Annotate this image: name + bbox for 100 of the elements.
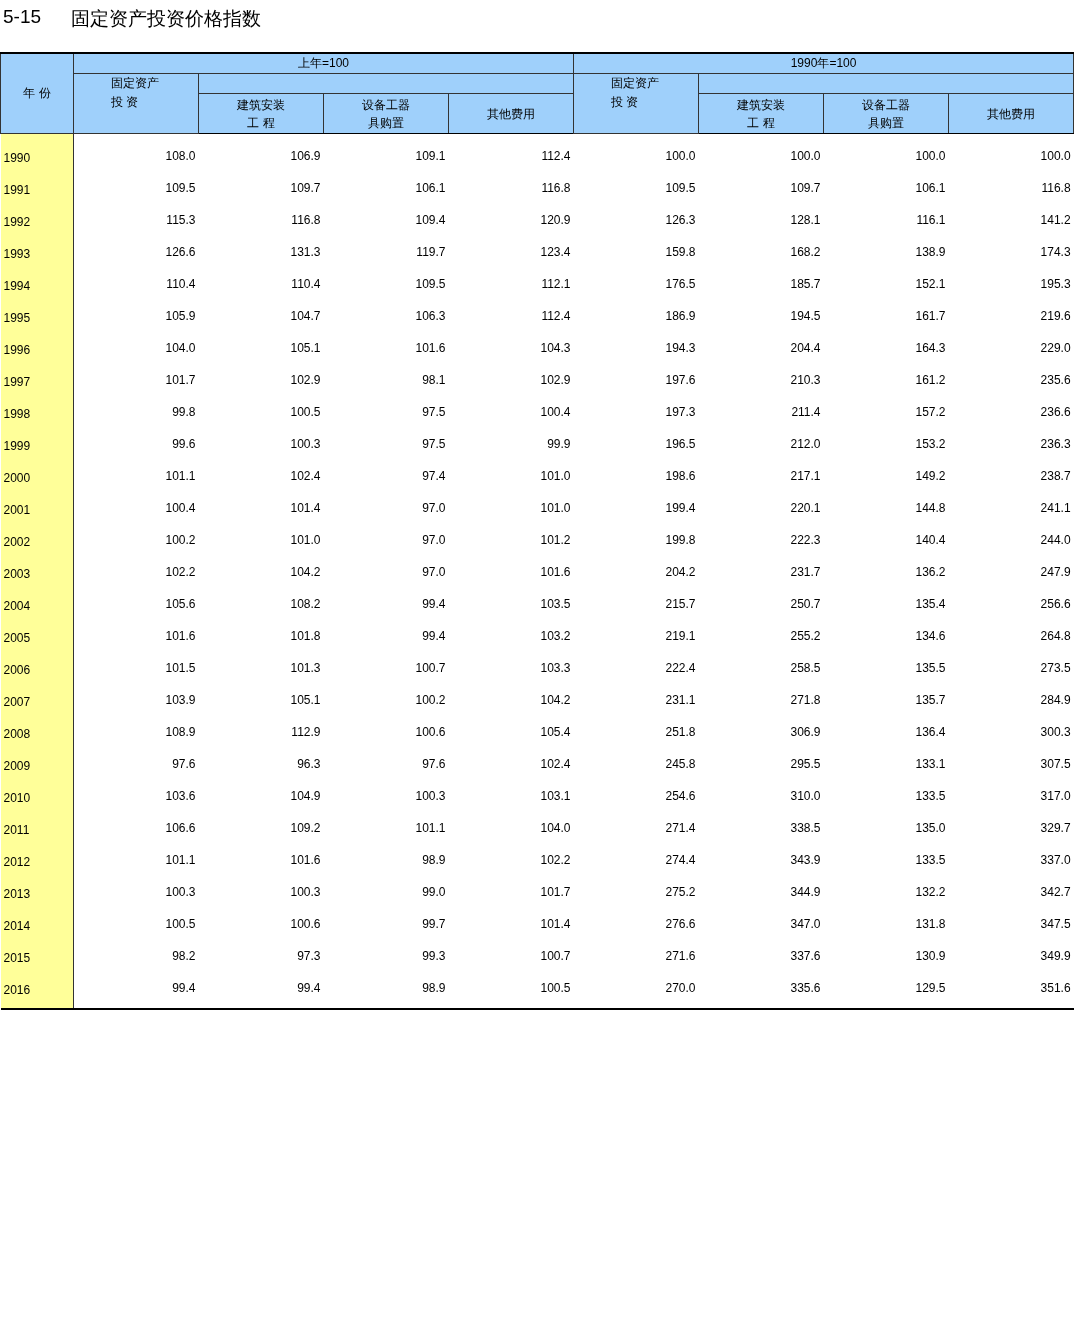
table-cell: 186.9	[665, 309, 696, 323]
table-cell: 99.4	[297, 981, 321, 995]
table-cell: 96.3	[297, 757, 321, 771]
table-cell: 159.8	[665, 245, 696, 259]
table-cell: 133.5	[915, 789, 946, 803]
table-cell: 149.2	[915, 469, 946, 483]
table-cell: 219.1	[665, 629, 696, 643]
table-cell: 104.2	[290, 565, 321, 579]
year-cell: 2000	[3, 471, 31, 485]
table-cell: 99.4	[422, 597, 446, 611]
table-cell: 116.8	[541, 181, 571, 195]
table-cell: 152.1	[915, 277, 946, 291]
table-cell: 105.1	[290, 693, 321, 707]
table-cell: 99.4	[172, 981, 196, 995]
table-cell: 106.1	[915, 181, 946, 195]
table-cell: 196.5	[665, 437, 696, 451]
table-cell: 101.6	[290, 853, 321, 867]
table-cell: 101.1	[165, 469, 196, 483]
table-cell: 273.5	[1040, 661, 1071, 675]
table-cell: 99.7	[422, 917, 446, 931]
table-cell: 109.5	[415, 277, 446, 291]
table-cell: 135.0	[915, 821, 946, 835]
table-cell: 100.6	[290, 917, 321, 931]
table-cell: 104.0	[165, 341, 196, 355]
table-cell: 211.4	[791, 405, 821, 419]
year-cell: 1995	[3, 311, 31, 325]
column-header: 具购置	[868, 114, 905, 132]
table-cell: 101.3	[290, 661, 321, 675]
table-cell: 106.9	[290, 149, 321, 163]
table-cell: 219.6	[1040, 309, 1071, 323]
table-cell: 198.6	[665, 469, 696, 483]
table-cell: 100.0	[790, 149, 821, 163]
table-cell: 275.2	[665, 885, 696, 899]
table-cell: 100.4	[165, 501, 196, 515]
table-cell: 256.6	[1040, 597, 1071, 611]
table-cell: 161.7	[915, 309, 946, 323]
table-cell: 101.0	[290, 533, 321, 547]
year-cell: 1992	[3, 215, 31, 229]
table-cell: 258.5	[790, 661, 821, 675]
table-cell: 349.9	[1040, 949, 1071, 963]
column-header: 建筑安装	[737, 96, 786, 114]
table-cell: 104.9	[290, 789, 321, 803]
table-cell: 254.6	[665, 789, 696, 803]
table-cell: 134.6	[915, 629, 946, 643]
table-cell: 222.3	[790, 533, 821, 547]
table-cell: 109.5	[165, 181, 196, 195]
table-cell: 276.6	[665, 917, 696, 931]
table-cell: 250.7	[790, 597, 821, 611]
table-cell: 100.3	[415, 789, 446, 803]
table-cell: 97.0	[422, 565, 446, 579]
table-cell: 204.4	[790, 341, 821, 355]
table-cell: 103.3	[540, 661, 571, 675]
table-cell: 300.3	[1040, 725, 1071, 739]
table-cell: 270.0	[665, 981, 696, 995]
table-cell: 102.4	[540, 757, 571, 771]
table-cell: 100.5	[290, 405, 321, 419]
table-cell: 104.7	[290, 309, 321, 323]
table-cell: 106.1	[415, 181, 446, 195]
table-cell: 100.0	[1040, 149, 1071, 163]
table-cell: 100.3	[165, 885, 196, 899]
year-cell: 2007	[3, 695, 31, 709]
column-header: 工 程	[247, 114, 275, 132]
table-cell: 112.1	[541, 277, 571, 291]
column-header: 其他费用	[487, 105, 535, 123]
table-cell: 132.2	[915, 885, 946, 899]
table-cell: 101.7	[540, 885, 571, 899]
table-cell: 157.2	[915, 405, 946, 419]
column-header: 固定资产	[611, 75, 660, 92]
table-cell: 101.5	[165, 661, 196, 675]
table-cell: 100.5	[165, 917, 196, 931]
table-cell: 153.2	[915, 437, 946, 451]
table-cell: 109.7	[290, 181, 321, 195]
table-cell: 103.9	[165, 693, 196, 707]
table-cell: 100.0	[915, 149, 946, 163]
year-cell: 2005	[3, 631, 31, 645]
table-cell: 99.9	[547, 437, 571, 451]
table-cell: 115.3	[166, 213, 196, 227]
table-cell: 102.2	[165, 565, 196, 579]
table-cell: 100.2	[415, 693, 446, 707]
table-cell: 236.3	[1040, 437, 1071, 451]
table-cell: 174.3	[1040, 245, 1071, 259]
table-cell: 98.1	[422, 373, 446, 387]
table-cell: 199.4	[665, 501, 696, 515]
table-cell: 129.5	[915, 981, 946, 995]
year-cell: 1990	[3, 151, 31, 165]
year-cell: 1999	[3, 439, 31, 453]
table-cell: 101.6	[540, 565, 571, 579]
column-header: 具购置	[368, 114, 404, 132]
year-cell: 2011	[3, 823, 30, 837]
table-cell: 168.2	[790, 245, 821, 259]
table-cell: 135.7	[915, 693, 946, 707]
table-cell: 199.8	[665, 533, 696, 547]
column-header: 其他费用	[987, 105, 1036, 123]
table-cell: 104.0	[540, 821, 571, 835]
table-cell: 98.9	[422, 853, 446, 867]
table-cell: 133.5	[915, 853, 946, 867]
table-cell: 104.2	[540, 693, 571, 707]
table-cell: 100.2	[165, 533, 196, 547]
table-cell: 116.8	[1041, 181, 1071, 195]
table-cell: 271.8	[790, 693, 821, 707]
